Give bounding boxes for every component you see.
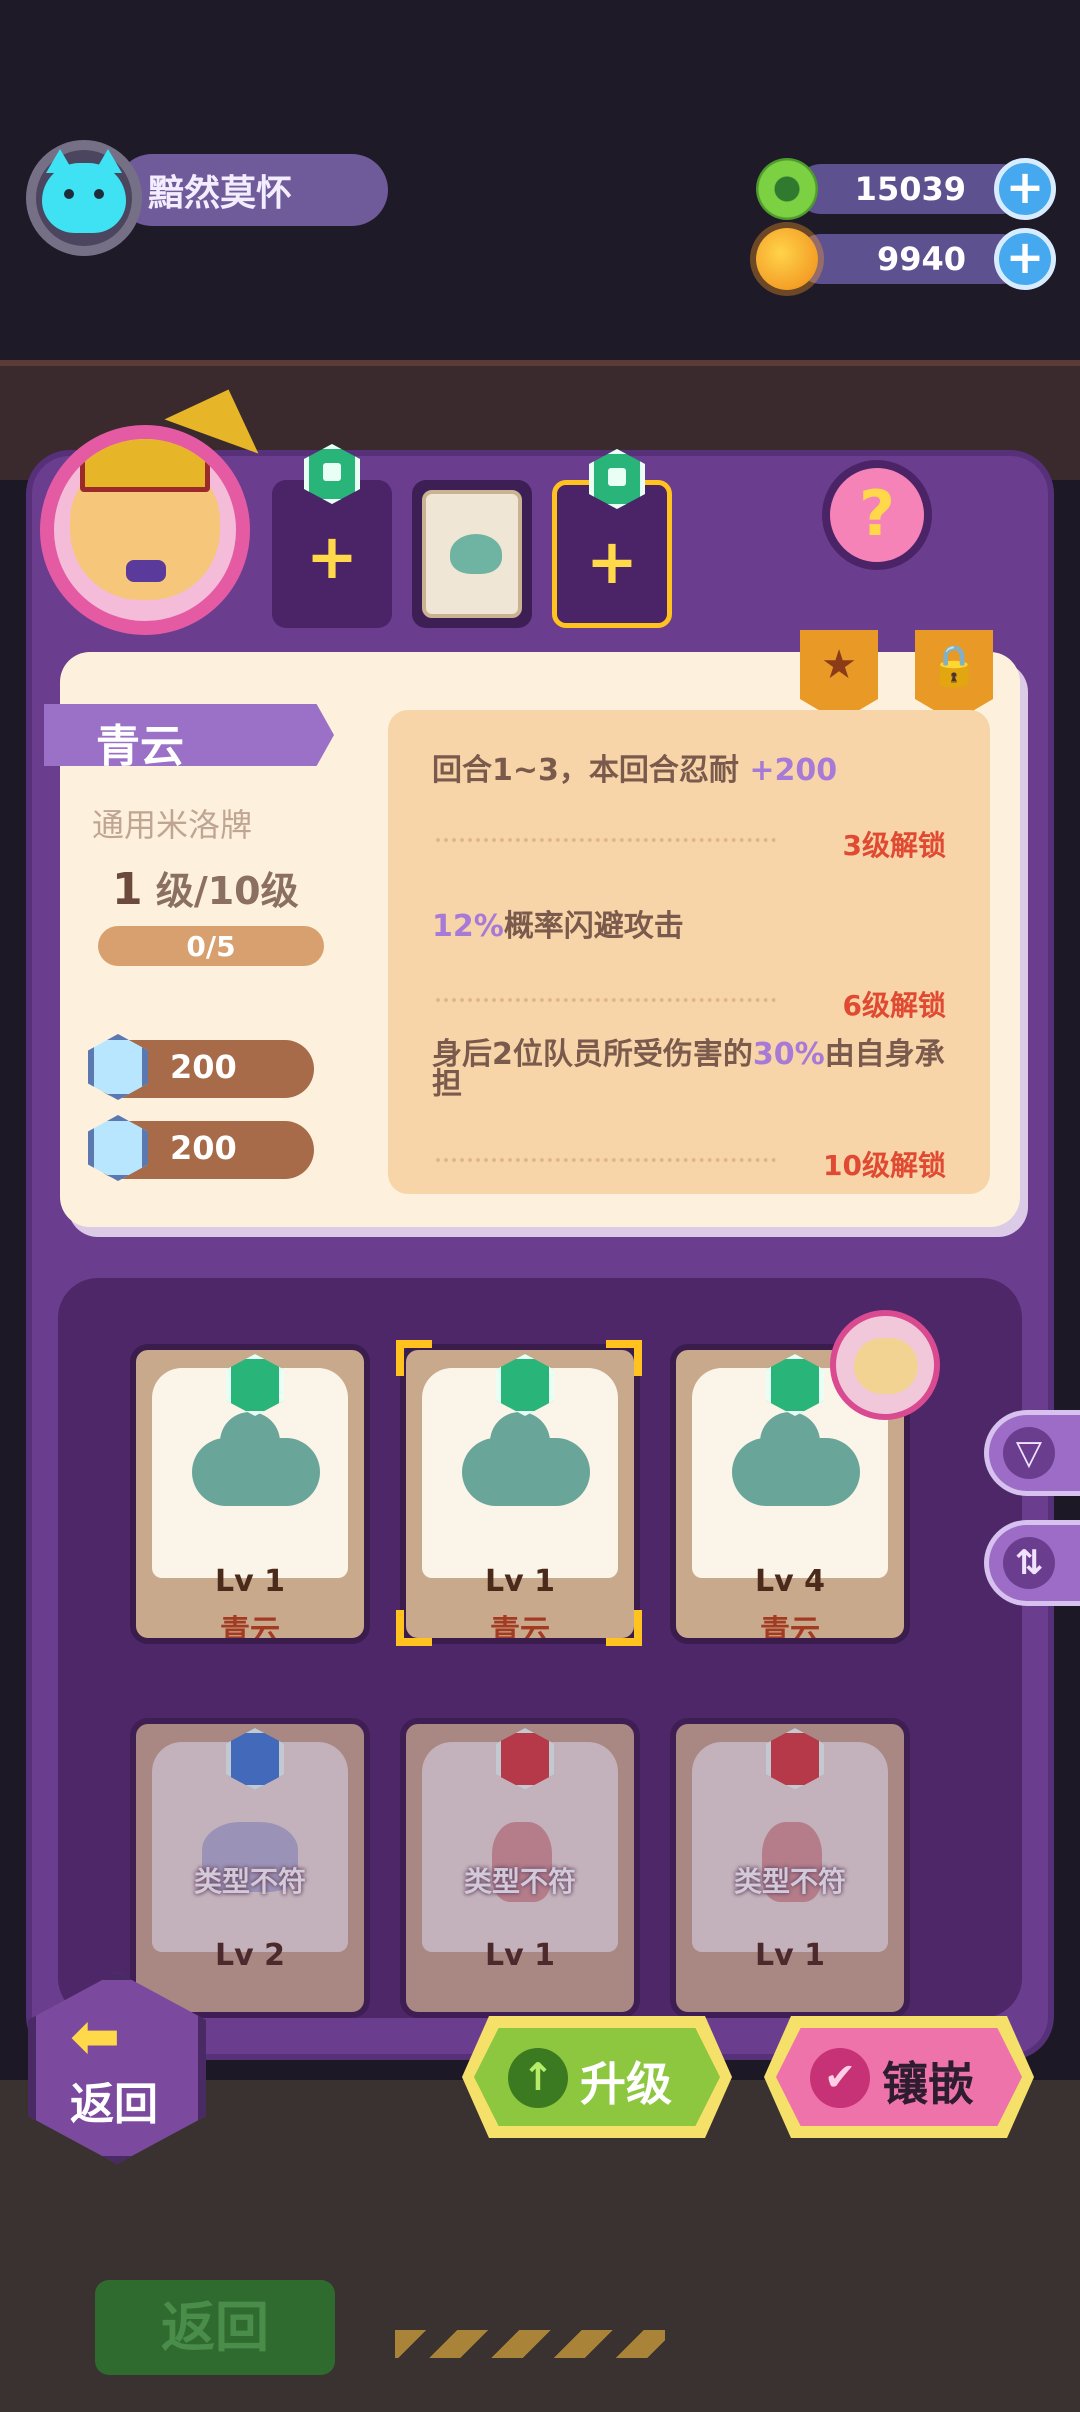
card-level-current: 1 [112,864,143,915]
card-item-disabled[interactable]: 类型不符 Lv 2 [130,1718,370,2018]
star-icon: ★ [821,642,857,688]
card-level: 1 级/10级 [112,860,299,915]
equipped-card-thumbnail [422,490,522,618]
add-planet-button[interactable]: + [994,228,1056,290]
plus-icon: + [306,520,358,593]
arrow-left-icon: ⬅ [70,2002,121,2072]
background-back-button: 返回 [95,2280,335,2375]
dotted-divider [436,1158,776,1162]
card-item-disabled[interactable]: 类型不符 Lv 1 [400,1718,640,2018]
cost-item: 200 [88,1034,314,1100]
hazard-stripe [395,2330,665,2358]
effect-unlock-level: 10级解锁 [823,1149,946,1182]
cost-item: 200 [88,1115,314,1181]
type-mismatch-label: 类型不符 [193,1865,306,1898]
card-name: 青云 [490,1614,550,1644]
card-level-label: Lv 1 [215,1564,285,1599]
effect-unlock-level: 3级解锁 [842,829,946,862]
player-name: 黯然莫怀 [148,173,293,214]
cloud-icon [732,1412,860,1506]
cloud-icon [192,1412,320,1506]
planet-icon [756,228,818,290]
effect-text: 回合1~3，本回合忍耐 +200 [432,753,838,788]
card-level-label: Lv 4 [755,1564,825,1599]
embed-button[interactable]: ✔ 镶嵌 [764,2016,1034,2138]
cloud-icon [462,1412,590,1506]
bow-tie-icon [126,560,166,582]
add-donut-button[interactable]: + [994,158,1056,220]
card-item-disabled[interactable]: 类型不符 Lv 1 [670,1718,910,2018]
card-level-label: Lv 1 [485,1938,555,1973]
help-button[interactable]: ? [822,460,932,570]
avatar[interactable] [26,140,142,256]
card-item-selected[interactable]: Lv 1 青云 [400,1344,640,1644]
cat-avatar-icon [42,149,126,233]
currency-planet: 9940 + [756,228,1056,290]
card-title: 青云 [96,721,184,772]
dotted-divider [436,998,776,1002]
arrow-up-icon: ↑ [508,2048,568,2108]
plus-icon: + [586,525,638,598]
filter-button[interactable]: ▽ [984,1410,1080,1496]
card-level-text: 级/10级 [155,869,299,913]
level-progress-bar: 0/5 [98,926,324,966]
effect-unlock-level: 6级解锁 [842,989,946,1022]
effect-text: 12%概率闪避攻击 [432,909,684,944]
currency-donut: 15039 + [756,158,1056,220]
selection-corner [606,1610,642,1646]
cost-value: 200 [170,1129,237,1167]
character-portrait[interactable] [40,425,250,635]
card-name: 青云 [220,1614,280,1644]
effects-panel: 回合1~3，本回合忍耐 +200 3级解锁 12%概率闪避攻击 6级解锁 身后2… [388,710,990,1194]
dotted-divider [436,838,776,842]
level-progress-text: 0/5 [186,930,236,963]
bird-icon [450,534,502,574]
currency-planet-value: 9940 [876,240,966,278]
upgrade-button-label: 升级 [580,2057,672,2111]
equipped-by-badge [830,1310,940,1420]
embed-button-label: 镶嵌 [882,2057,974,2111]
card-title-tag: 青云 [44,704,334,766]
donut-icon [756,158,818,220]
card-slot-2[interactable] [412,480,532,628]
sort-icon: ⇅ [1003,1537,1055,1589]
type-mismatch-label: 类型不符 [733,1865,846,1898]
back-button-label: 返回 [70,2079,158,2130]
card-level-label: Lv 2 [215,1938,285,1973]
lock-icon: 🔒 [929,643,979,689]
lion-king-icon [854,1338,918,1394]
player-profile[interactable]: 黯然莫怀 [26,140,388,256]
upgrade-button[interactable]: ↑ 升级 [462,2016,732,2138]
crown-icon [80,439,210,492]
card-slot-1[interactable]: + [272,444,392,628]
card-level-label: Lv 1 [485,1564,555,1599]
selection-corner [396,1610,432,1646]
effect-text: 身后2位队员所受伤害的30%由自身承担 [432,1037,945,1102]
selection-corner [396,1340,432,1376]
card-name: 青云 [760,1614,820,1644]
lion-king-icon [70,439,220,600]
currency-donut-value: 15039 [854,170,966,208]
card-item[interactable]: Lv 1 青云 [130,1344,370,1644]
sort-button[interactable]: ⇅ [984,1520,1080,1606]
card-level-label: Lv 1 [755,1938,825,1973]
checkmark-icon: ✔ [810,2048,870,2108]
card-type: 通用米洛牌 [92,806,253,844]
filter-icon: ▽ [1003,1427,1055,1479]
type-mismatch-label: 类型不符 [463,1865,576,1898]
cost-value: 200 [170,1048,237,1086]
card-slot-3[interactable]: + [552,449,672,628]
selection-corner [606,1340,642,1376]
